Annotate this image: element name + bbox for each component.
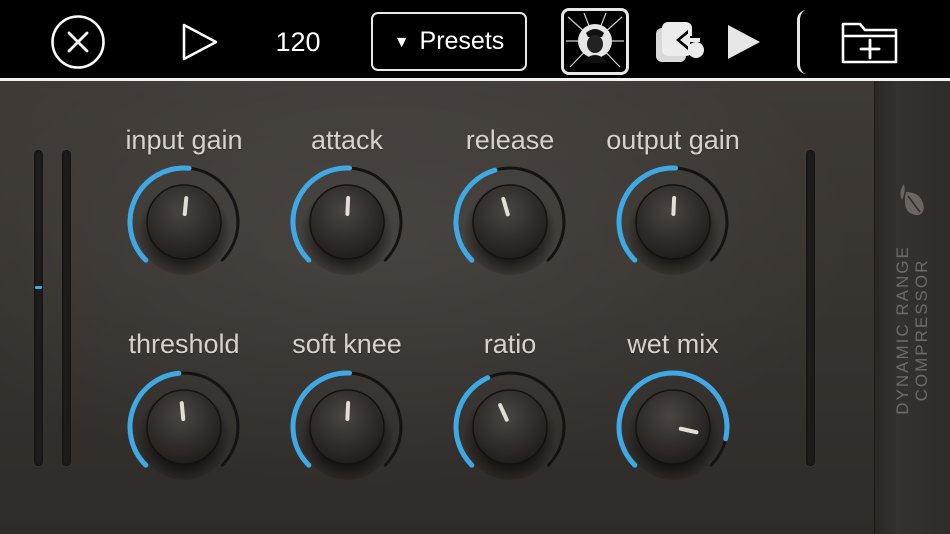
knob-label-wet-mix: wet mix	[627, 329, 719, 359]
leaf-logo-icon	[900, 184, 924, 216]
knob-soft-knee[interactable]	[285, 365, 409, 489]
brand-title-line2: COMPRESSOR	[912, 258, 931, 402]
play-filled-icon	[728, 25, 760, 59]
knob-pointer-input-gain	[182, 196, 189, 217]
knob-graphic-wet-mix	[616, 370, 730, 480]
audio-routing-button[interactable]	[652, 14, 712, 70]
input-meter-right	[62, 150, 71, 466]
knob-input-gain[interactable]	[122, 160, 246, 284]
knob-release[interactable]	[448, 160, 572, 284]
add-folder-button[interactable]	[838, 16, 902, 68]
route-play-button[interactable]	[722, 18, 766, 66]
knob-graphic-threshold	[127, 370, 240, 480]
knob-label-input-gain: input gain	[125, 125, 243, 155]
knob-output-gain[interactable]	[611, 160, 735, 284]
toolbar-scroll-edge	[797, 10, 807, 74]
knob-pointer-output-gain	[671, 196, 677, 217]
knob-threshold[interactable]	[122, 365, 246, 489]
play-outline-icon	[182, 23, 218, 61]
presets-button[interactable]: ▼ Presets	[371, 12, 527, 71]
knob-attack[interactable]	[285, 160, 409, 284]
knob-label-soft-knee: soft knee	[292, 329, 402, 359]
input-meter-left-level	[35, 286, 42, 289]
brand-title-line1: DYNAMIC RANGE	[893, 245, 912, 415]
knob-wet-mix[interactable]	[611, 365, 735, 489]
knob-pointer-attack	[345, 196, 351, 217]
knob-graphic-input-gain	[127, 165, 240, 275]
transport-play-button[interactable]	[178, 20, 222, 64]
host-toolbar: 120 ▼ Presets	[0, 0, 950, 81]
knob-graphic-attack	[290, 165, 403, 275]
close-button[interactable]	[50, 14, 106, 70]
close-circle-icon	[51, 15, 105, 69]
knob-label-threshold: threshold	[128, 329, 240, 359]
output-meter	[806, 150, 815, 466]
knob-pointer-threshold	[179, 401, 186, 422]
knob-label-release: release	[465, 125, 555, 155]
tempo-display[interactable]: 120	[266, 24, 330, 60]
knob-label-output-gain: output gain	[606, 125, 740, 155]
knob-label-attack: attack	[310, 125, 384, 155]
plugin-thumbnail-button[interactable]	[561, 8, 629, 75]
presets-label: Presets	[419, 27, 505, 55]
audio-routing-icon	[656, 22, 704, 62]
knob-graphic-release	[453, 166, 566, 275]
folder-add-icon	[841, 22, 898, 64]
brand-title: DYNAMIC RANGE COMPRESSOR	[893, 245, 931, 415]
knob-graphic-ratio	[453, 371, 566, 480]
knob-graphic-output-gain	[616, 165, 729, 275]
knob-ratio[interactable]	[448, 365, 572, 489]
knob-label-ratio: ratio	[483, 329, 537, 359]
plugin-thumbnail-icon	[564, 11, 626, 72]
input-meter-left	[34, 150, 43, 466]
knob-graphic-soft-knee	[290, 370, 403, 480]
triangle-down-icon: ▼	[393, 33, 410, 51]
knob-pointer-soft-knee	[345, 401, 351, 422]
